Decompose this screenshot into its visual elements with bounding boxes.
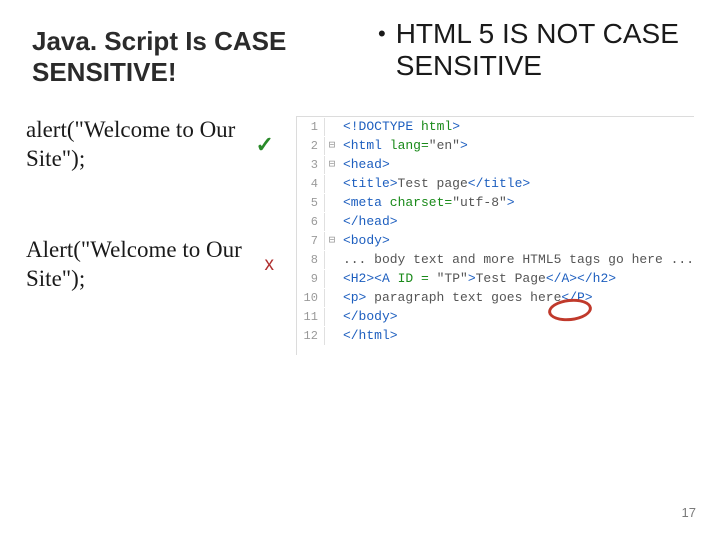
- code-line: 4 <title>Test page</title>: [297, 174, 694, 193]
- code-text: <body>: [339, 231, 390, 251]
- line-number: 10: [297, 289, 325, 307]
- code-line: 3⊟<head>: [297, 155, 694, 174]
- example-correct: alert("Welcome to Our Site");: [26, 116, 250, 174]
- code-text: <!DOCTYPE html>: [339, 117, 460, 137]
- code-line: 7⊟<body>: [297, 231, 694, 250]
- code-line: 6 </head>: [297, 212, 694, 231]
- code-line: 10 <p> paragraph text goes here</P>: [297, 288, 694, 307]
- code-line: 5 <meta charset="utf-8">: [297, 193, 694, 212]
- line-number: 5: [297, 194, 325, 212]
- code-text: <title>Test page</title>: [339, 174, 530, 194]
- page-number: 17: [682, 505, 696, 520]
- code-text: <head>: [339, 155, 390, 175]
- cross-icon: x: [264, 253, 274, 277]
- bullet-dot-icon: •: [378, 18, 386, 49]
- examples-block: alert("Welcome to Our Site"); ✓ Alert("W…: [26, 116, 274, 355]
- right-title: • HTML 5 IS NOT CASE SENSITIVE: [378, 18, 694, 88]
- line-number: 4: [297, 175, 325, 193]
- line-number: 9: [297, 270, 325, 288]
- example-wrong: Alert("Welcome to Our Site");: [26, 236, 258, 294]
- code-text: </head>: [339, 212, 398, 232]
- line-number: 2: [297, 137, 325, 155]
- code-text: <html lang="en">: [339, 136, 468, 156]
- fold-icon: ⊟: [325, 138, 339, 155]
- line-number: 8: [297, 251, 325, 269]
- code-text: </body>: [339, 307, 398, 327]
- code-text: ... body text and more HTML5 tags go her…: [339, 250, 694, 270]
- left-title: Java. Script Is CASE SENSITIVE!: [26, 18, 348, 88]
- code-line: 2⊟<html lang="en">: [297, 136, 694, 155]
- code-line: 9 <H2><A ID = "TP">Test Page</A></h2>: [297, 269, 694, 288]
- line-number: 11: [297, 308, 325, 326]
- line-number: 3: [297, 156, 325, 174]
- code-line: 11 </body>: [297, 307, 694, 326]
- line-number: 12: [297, 327, 325, 345]
- right-title-text: HTML 5 IS NOT CASE SENSITIVE: [396, 18, 694, 82]
- fold-icon: ⊟: [325, 157, 339, 174]
- code-text: </html>: [339, 326, 398, 346]
- fold-icon: ⊟: [325, 233, 339, 250]
- line-number: 6: [297, 213, 325, 231]
- code-text: <H2><A ID = "TP">Test Page</A></h2>: [339, 269, 616, 289]
- line-number: 1: [297, 118, 325, 136]
- code-line: 1 <!DOCTYPE html>: [297, 117, 694, 136]
- code-editor: 1<!DOCTYPE html>2⊟<html lang="en">3⊟<hea…: [296, 116, 694, 355]
- code-text: <meta charset="utf-8">: [339, 193, 515, 213]
- code-line: 12 </html>: [297, 326, 694, 345]
- check-icon: ✓: [256, 131, 274, 159]
- code-text: <p> paragraph text goes here</P>: [339, 288, 593, 308]
- code-line: 8 ... body text and more HTML5 tags go he…: [297, 250, 694, 269]
- line-number: 7: [297, 232, 325, 250]
